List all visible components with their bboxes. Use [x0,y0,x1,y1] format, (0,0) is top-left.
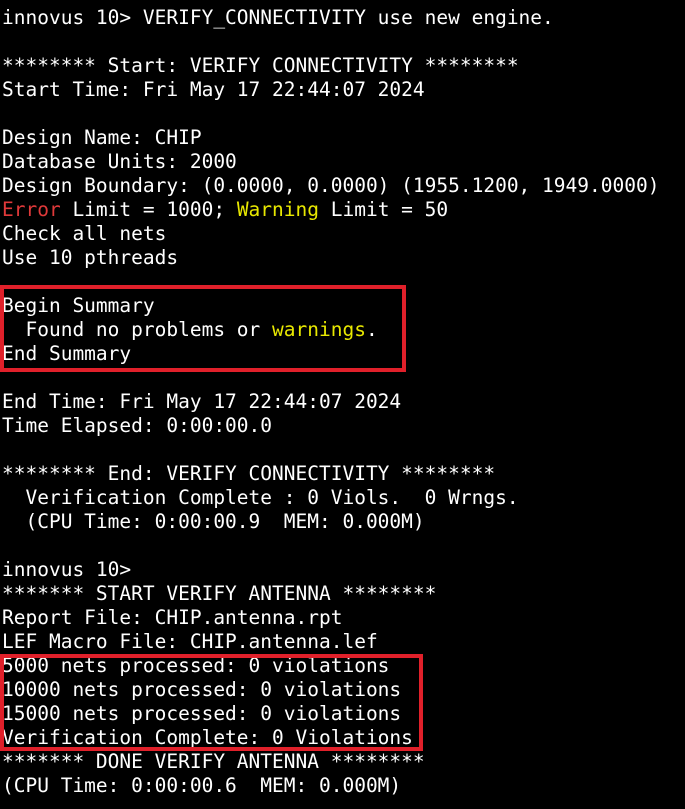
terminal-line: Begin Summary [0,294,685,318]
line-text: (CPU Time: 0:00:00.6 MEM: 0.000M) [2,774,402,797]
terminal-line: (CPU Time: 0:00:00.9 MEM: 0.000M) [0,510,685,534]
error-keyword: Error [2,198,61,221]
line-text: . [365,318,378,341]
terminal-output: innovus 10> VERIFY_CONNECTIVITY use new … [0,6,685,798]
terminal-line: End Summary [0,342,685,366]
line-text: Limit = 50 [319,198,449,221]
line-text: Check all nets [2,222,167,245]
terminal-line: LEF Macro File: CHIP.antenna.lef [0,630,685,654]
line-text: LEF Macro File: CHIP.antenna.lef [2,630,378,653]
line-text: Design Name: CHIP [2,126,202,149]
line-text: ******* DONE VERIFY ANTENNA ******** [2,750,425,773]
line-text: Design Boundary: (0.0000, 0.0000) (1955.… [2,174,660,197]
line-text: ******** End: VERIFY CONNECTIVITY ******… [2,462,496,485]
line-text: innovus 10> VERIFY_CONNECTIVITY use new … [2,6,554,29]
line-text: Start Time: Fri May 17 22:44:07 2024 [2,78,425,101]
terminal-line: Design Name: CHIP [0,126,685,150]
terminal-line: End Time: Fri May 17 22:44:07 2024 [0,390,685,414]
terminal-line: 10000 nets processed: 0 violations [0,678,685,702]
terminal-line: ******* DONE VERIFY ANTENNA ******** [0,750,685,774]
terminal-line: ******** End: VERIFY CONNECTIVITY ******… [0,462,685,486]
line-text: (CPU Time: 0:00:00.9 MEM: 0.000M) [2,510,425,533]
terminal-line: Verification Complete : 0 Viols. 0 Wrngs… [0,486,685,510]
terminal-line: Found no problems or warnings. [0,318,685,342]
terminal-line: ******* START VERIFY ANTENNA ******** [0,582,685,606]
line-text: 15000 nets processed: 0 violations [2,702,402,725]
line-text: Database Units: 2000 [2,150,237,173]
line-text: Verification Complete: 0 Violations [2,726,413,749]
warning-keyword: warnings [272,318,366,341]
terminal-line: Error Limit = 1000; Warning Limit = 50 [0,198,685,222]
terminal-line: Start Time: Fri May 17 22:44:07 2024 [0,78,685,102]
terminal-line: 5000 nets processed: 0 violations [0,654,685,678]
terminal-line: Time Elapsed: 0:00:00.0 [0,414,685,438]
terminal-line: innovus 10> [0,558,685,582]
line-text: Time Elapsed: 0:00:00.0 [2,414,273,437]
line-text: innovus 10> [2,558,132,581]
line-text: ******** Start: VERIFY CONNECTIVITY ****… [2,54,519,77]
terminal-line: Check all nets [0,222,685,246]
line-text: Use 10 pthreads [2,246,179,269]
line-text: 10000 nets processed: 0 violations [2,678,402,701]
terminal-line: (CPU Time: 0:00:00.6 MEM: 0.000M) [0,774,685,798]
line-text: ******* START VERIFY ANTENNA ******** [2,582,437,605]
line-text: 5000 nets processed: 0 violations [2,654,390,677]
line-text: Found no problems or [2,318,273,341]
terminal-line: ******** Start: VERIFY CONNECTIVITY ****… [0,54,685,78]
terminal-line: 15000 nets processed: 0 violations [0,702,685,726]
terminal-line: Design Boundary: (0.0000, 0.0000) (1955.… [0,174,685,198]
line-text: Report File: CHIP.antenna.rpt [2,606,343,629]
terminal-line: Use 10 pthreads [0,246,685,270]
terminal-window[interactable]: innovus 10> VERIFY_CONNECTIVITY use new … [0,0,685,809]
terminal-line: innovus 10> VERIFY_CONNECTIVITY use new … [0,6,685,30]
line-text: End Time: Fri May 17 22:44:07 2024 [2,390,402,413]
line-text: Begin Summary [2,294,155,317]
line-text: End Summary [2,342,132,365]
line-text: Verification Complete : 0 Viols. 0 Wrngs… [2,486,519,509]
warning-keyword: Warning [236,198,319,221]
terminal-line: Database Units: 2000 [0,150,685,174]
line-text: Limit = 1000; [60,198,237,221]
terminal-line: Report File: CHIP.antenna.rpt [0,606,685,630]
terminal-line: Verification Complete: 0 Violations [0,726,685,750]
